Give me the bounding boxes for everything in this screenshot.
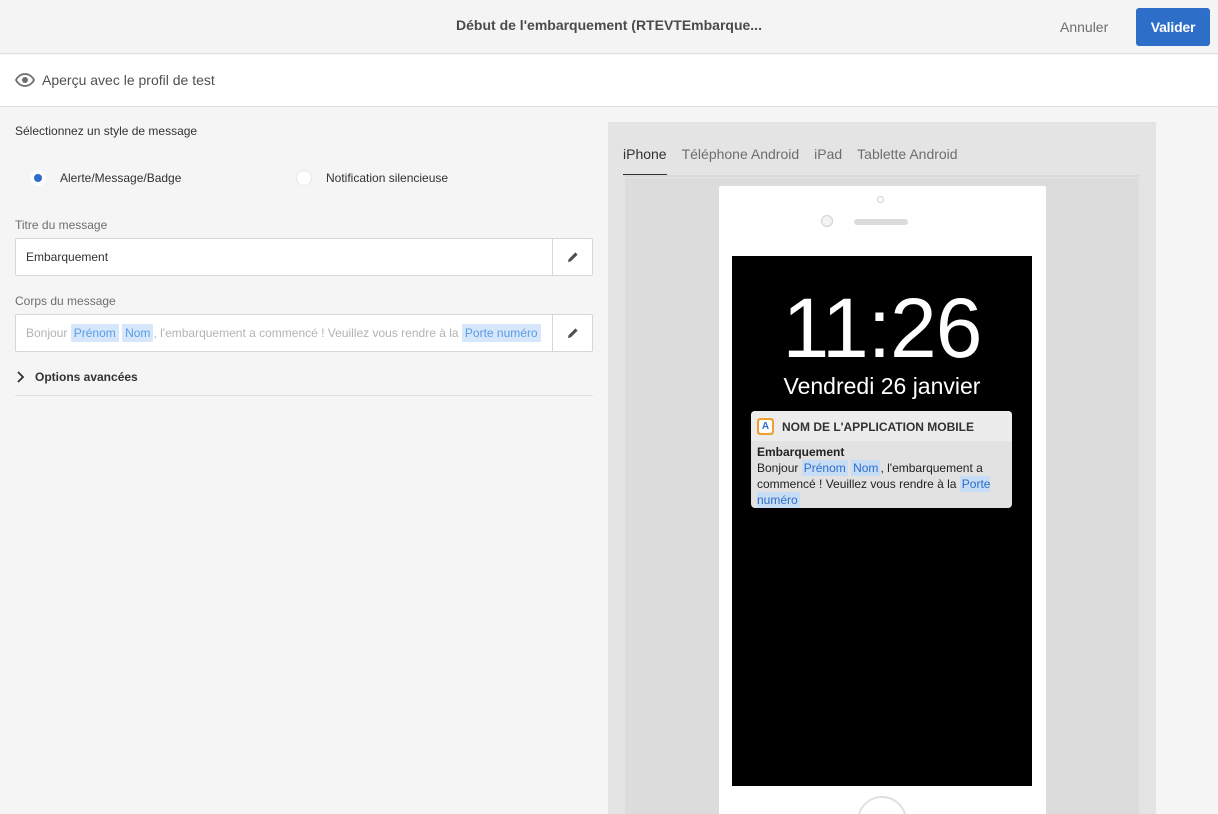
app-icon-letter: A bbox=[759, 420, 772, 433]
chevron-right-icon bbox=[17, 371, 25, 383]
radio-selected-indicator bbox=[30, 170, 46, 186]
edit-body-button[interactable] bbox=[552, 315, 592, 351]
notification-text-part: Bonjour bbox=[757, 461, 799, 475]
message-title-value: Embarquement bbox=[26, 250, 109, 264]
app-icon: A bbox=[757, 418, 774, 435]
lock-screen-date: Vendredi 26 janvier bbox=[783, 373, 981, 399]
push-notification-preview: A NOM DE L'APPLICATION MOBILE Embarqueme… bbox=[751, 411, 1012, 508]
message-body-value: Bonjour Prénom Nom, l'embarquement a com… bbox=[26, 324, 541, 342]
radio-silent-notification[interactable]: Notification silencieuse bbox=[296, 170, 448, 186]
message-body-label: Corps du message bbox=[15, 294, 116, 308]
device-tabs: iPhone Téléphone Android iPad Tablette A… bbox=[623, 146, 973, 176]
body-text-part: Bonjour bbox=[26, 326, 68, 340]
radio-unselected-indicator bbox=[296, 170, 312, 186]
token-prenom: Prénom bbox=[801, 460, 848, 476]
token-porte-numero: Porte numéro bbox=[461, 324, 541, 342]
tab-android-tablet[interactable]: Tablette Android bbox=[857, 146, 957, 176]
advanced-options-label: Options avancées bbox=[35, 370, 138, 384]
preview-bar: Aperçu avec le profil de test bbox=[0, 55, 1218, 107]
phone-lock-screen: 11:26 Vendredi 26 janvier A NOM DE L'APP… bbox=[732, 256, 1032, 786]
message-style-label: Sélectionnez un style de message bbox=[15, 124, 198, 138]
cancel-button[interactable]: Annuler bbox=[1052, 8, 1116, 46]
notification-app-name: NOM DE L'APPLICATION MOBILE bbox=[782, 420, 974, 434]
radio-label: Alerte/Message/Badge bbox=[60, 171, 182, 185]
token-nom: Nom bbox=[122, 324, 154, 342]
token-prenom: Prénom bbox=[70, 324, 119, 342]
message-body-field[interactable]: Bonjour Prénom Nom, l'embarquement a com… bbox=[15, 314, 593, 352]
validate-button[interactable]: Valider bbox=[1136, 8, 1210, 46]
tab-android-phone[interactable]: Téléphone Android bbox=[682, 146, 800, 176]
notification-title: Embarquement bbox=[757, 445, 845, 459]
tab-ipad[interactable]: iPad bbox=[814, 146, 842, 176]
dialog-header: Début de l'embarquement (RTEVTEmbarque..… bbox=[0, 0, 1218, 54]
body-text-part: , l'embarquement a commencé ! Veuillez v… bbox=[153, 326, 459, 340]
dialog-title: Début de l'embarquement (RTEVTEmbarque..… bbox=[456, 17, 762, 33]
radio-label: Notification silencieuse bbox=[326, 171, 449, 185]
tabs-divider bbox=[623, 175, 1140, 177]
phone-home-button bbox=[857, 796, 907, 814]
phone-camera bbox=[877, 196, 884, 203]
message-title-label: Titre du message bbox=[15, 218, 108, 232]
radio-alert-message-badge[interactable]: Alerte/Message/Badge bbox=[30, 170, 181, 186]
token-nom: Nom bbox=[851, 460, 881, 476]
tab-iphone[interactable]: iPhone bbox=[623, 146, 667, 176]
preview-test-profile-link[interactable]: Aperçu avec le profil de test bbox=[42, 72, 215, 88]
advanced-options-toggle[interactable]: Options avancées bbox=[15, 368, 593, 396]
lock-screen-time: 11:26 bbox=[782, 281, 983, 375]
pencil-icon bbox=[567, 328, 578, 338]
notification-header: A NOM DE L'APPLICATION MOBILE bbox=[751, 411, 1012, 441]
phone-speaker bbox=[854, 219, 908, 225]
phone-sensor bbox=[821, 215, 833, 227]
notification-body: Bonjour Prénom Nom, l'embarquement a com… bbox=[757, 460, 1007, 508]
eye-icon bbox=[15, 73, 35, 87]
message-title-field[interactable]: Embarquement bbox=[15, 238, 593, 276]
edit-title-button[interactable] bbox=[552, 239, 592, 275]
pencil-icon bbox=[567, 252, 578, 262]
